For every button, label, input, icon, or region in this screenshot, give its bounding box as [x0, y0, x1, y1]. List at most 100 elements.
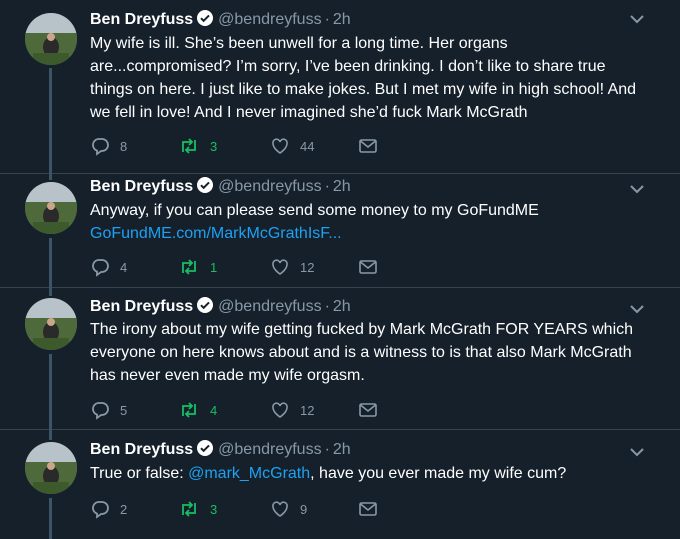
avatar[interactable]	[25, 442, 77, 494]
tweet[interactable]: Ben Dreyfuss @bendreyfuss · 2h True or fals…	[0, 430, 680, 539]
retweet-button[interactable]: 3	[178, 497, 217, 521]
display-name[interactable]: Ben Dreyfuss	[90, 11, 193, 28]
verified-badge-icon	[196, 439, 214, 464]
thread-line	[49, 354, 52, 430]
reply-count: 8	[120, 138, 128, 154]
tweet-text: True or false: @mark_McGrath, have you e…	[90, 462, 650, 485]
thread-line	[49, 430, 52, 440]
tweet-actions: 4 1 12	[90, 255, 400, 279]
mention-link[interactable]: @mark_McGrath	[188, 465, 310, 482]
dm-button[interactable]	[358, 255, 378, 279]
tweet[interactable]: Ben Dreyfuss @bendreyfuss · 2h Anyway, if y…	[0, 174, 680, 288]
chevron-down-icon[interactable]	[628, 12, 646, 26]
retweet-count: 3	[210, 501, 218, 517]
thread-line	[49, 238, 52, 288]
reply-icon	[90, 257, 110, 277]
heart-icon	[270, 257, 290, 277]
verified-badge-icon	[196, 176, 214, 201]
gofundme-link[interactable]: GoFundME.com/MarkMcGrathIsF...	[90, 222, 650, 245]
retweet-button[interactable]: 1	[178, 255, 217, 279]
thread-line	[49, 68, 52, 174]
tweet-actions: 5 4 12	[90, 398, 400, 422]
retweet-icon	[178, 499, 200, 519]
reply-icon	[90, 499, 110, 519]
tweet-text: Anyway, if you can please send some mone…	[90, 199, 650, 245]
heart-icon	[270, 136, 290, 156]
like-button[interactable]: 12	[270, 255, 314, 279]
tweet-header: Ben Dreyfuss @bendreyfuss · 2h	[90, 176, 351, 198]
verified-badge-icon	[196, 9, 214, 34]
retweet-count: 4	[210, 402, 218, 418]
tweet-text: The irony about my wife getting fucked b…	[90, 321, 634, 384]
timestamp[interactable]: 2h	[333, 298, 351, 315]
avatar[interactable]	[25, 298, 77, 350]
dm-button[interactable]	[358, 398, 378, 422]
retweet-count: 3	[210, 138, 218, 154]
separator-dot: ·	[324, 11, 330, 28]
separator-dot: ·	[324, 178, 330, 195]
reply-count: 4	[120, 259, 128, 275]
chevron-down-icon[interactable]	[628, 182, 646, 196]
like-button[interactable]: 12	[270, 398, 314, 422]
handle[interactable]: @bendreyfuss	[218, 178, 321, 195]
chevron-down-icon[interactable]	[628, 302, 646, 316]
heart-icon	[270, 400, 290, 420]
display-name[interactable]: Ben Dreyfuss	[90, 298, 193, 315]
like-button[interactable]: 9	[270, 497, 307, 521]
chevron-down-icon[interactable]	[628, 445, 646, 459]
avatar[interactable]	[25, 182, 77, 234]
thread-line	[49, 498, 52, 539]
reply-icon	[90, 136, 110, 156]
tweet-actions: 8 3 44	[90, 134, 400, 158]
like-count: 44	[300, 138, 315, 154]
reply-icon	[90, 400, 110, 420]
tweet-header: Ben Dreyfuss @bendreyfuss · 2h	[90, 439, 351, 461]
display-name[interactable]: Ben Dreyfuss	[90, 178, 193, 195]
envelope-icon	[358, 499, 378, 519]
retweet-button[interactable]: 4	[178, 398, 217, 422]
like-count: 12	[300, 402, 315, 418]
timestamp[interactable]: 2h	[333, 178, 351, 195]
tweet-header: Ben Dreyfuss @bendreyfuss · 2h	[90, 9, 351, 31]
envelope-icon	[358, 257, 378, 277]
envelope-icon	[358, 400, 378, 420]
tweet-text: My wife is ill. She’s been unwell for a …	[90, 35, 637, 121]
handle[interactable]: @bendreyfuss	[218, 298, 321, 315]
handle[interactable]: @bendreyfuss	[218, 11, 321, 28]
reply-button[interactable]: 4	[90, 255, 127, 279]
tweet-thread: Ben Dreyfuss @bendreyfuss · 2h My wife is i…	[0, 0, 680, 539]
thread-line	[49, 288, 52, 296]
dm-button[interactable]	[358, 134, 378, 158]
reply-button[interactable]: 5	[90, 398, 127, 422]
retweet-icon	[178, 136, 200, 156]
tweet[interactable]: Ben Dreyfuss @bendreyfuss · 2h My wife is i…	[0, 0, 680, 174]
tweet-text-line: Anyway, if you can please send some mone…	[90, 202, 539, 219]
dm-button[interactable]	[358, 497, 378, 521]
handle[interactable]: @bendreyfuss	[218, 441, 321, 458]
avatar[interactable]	[25, 13, 77, 65]
separator-dot: ·	[324, 298, 330, 315]
like-count: 9	[300, 501, 308, 517]
tweet-actions: 2 3 9	[90, 497, 400, 521]
tweet-text-before: True or false:	[90, 465, 189, 482]
retweet-icon	[178, 257, 200, 277]
like-count: 12	[300, 259, 315, 275]
heart-icon	[270, 499, 290, 519]
envelope-icon	[358, 136, 378, 156]
timestamp[interactable]: 2h	[333, 441, 351, 458]
reply-count: 5	[120, 402, 128, 418]
separator-dot: ·	[324, 441, 330, 458]
retweet-icon	[178, 400, 200, 420]
reply-button[interactable]: 2	[90, 497, 127, 521]
tweet-text-after: , have you ever made my wife cum?	[310, 465, 567, 482]
reply-count: 2	[120, 501, 128, 517]
tweet-header: Ben Dreyfuss @bendreyfuss · 2h	[90, 296, 351, 318]
timestamp[interactable]: 2h	[333, 11, 351, 28]
retweet-button[interactable]: 3	[178, 134, 217, 158]
tweet[interactable]: Ben Dreyfuss @bendreyfuss · 2h The irony ab…	[0, 288, 680, 430]
thread-line	[49, 174, 52, 180]
like-button[interactable]: 44	[270, 134, 314, 158]
display-name[interactable]: Ben Dreyfuss	[90, 441, 193, 458]
reply-button[interactable]: 8	[90, 134, 127, 158]
retweet-count: 1	[210, 259, 218, 275]
